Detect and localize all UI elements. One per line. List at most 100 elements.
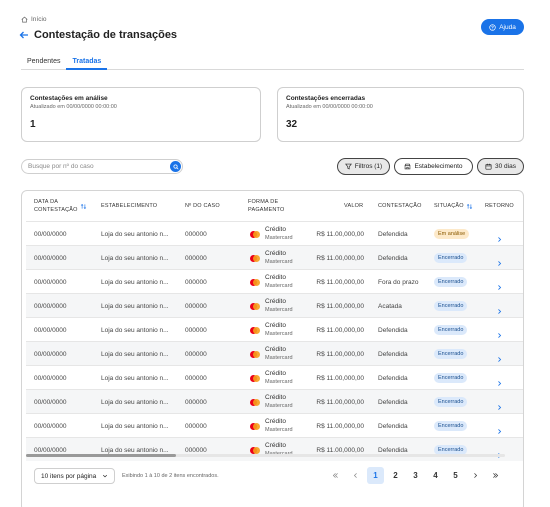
back-arrow-icon[interactable] (19, 30, 29, 40)
payment-type: Crédito (265, 274, 286, 281)
page-button-4[interactable]: 4 (427, 467, 444, 484)
mastercard-icon (250, 350, 260, 358)
page-header: Contestação de transações (19, 29, 177, 41)
items-per-page-select[interactable]: 10 itens por página (34, 468, 115, 484)
status-badge: Encerrado (434, 253, 468, 263)
col-status[interactable]: SITUAÇÃO (434, 202, 473, 210)
chevron-right-icon[interactable] (496, 230, 503, 242)
tab-tratadas[interactable]: Tratadas (66, 56, 108, 70)
cell-status: Encerrado (434, 270, 468, 294)
horizontal-scrollbar[interactable] (26, 454, 505, 457)
filters-button[interactable]: Filtros (1) (337, 158, 390, 175)
help-button-label: Ajuda (499, 23, 516, 31)
chevron-right-icon[interactable] (496, 326, 503, 338)
search-button[interactable] (170, 161, 181, 172)
breadcrumb[interactable]: Início (21, 16, 47, 23)
cell-contestation: Defendida (378, 398, 408, 406)
cell-date: 00/00/0000 (34, 254, 67, 262)
page-button-2[interactable]: 2 (387, 467, 404, 484)
payment-brand: Mastercard (265, 283, 293, 289)
scrollbar-thumb[interactable] (26, 454, 176, 457)
tab-pendentes[interactable]: Pendentes (21, 56, 66, 70)
chevron-right-icon[interactable] (496, 278, 503, 290)
payment-type: Crédito (265, 418, 286, 425)
table-row[interactable]: 00/00/0000 Loja do seu antonio n... 000000… (26, 437, 523, 462)
payment-brand: Mastercard (265, 427, 293, 433)
cell-case: 000000 (185, 230, 207, 238)
cell-contestation: Defendida (378, 422, 408, 430)
chevron-right-icon[interactable] (496, 398, 503, 410)
cell-value: R$ 11.00,000,00 (316, 350, 364, 358)
breadcrumb-home[interactable]: Início (31, 16, 47, 23)
mastercard-icon (250, 446, 260, 454)
cell-value: R$ 11.00,000,00 (316, 230, 364, 238)
cell-case: 000000 (185, 398, 207, 406)
payment-brand: Mastercard (265, 307, 293, 313)
page-button-1[interactable]: 1 (367, 467, 384, 484)
col-payment: FORMA DE PAGAMENTO (248, 199, 285, 213)
search-input[interactable]: Busque por nº do caso (21, 159, 183, 174)
status-badge: Encerrado (434, 349, 468, 359)
page-button-3[interactable]: 3 (407, 467, 424, 484)
cell-status: Encerrado (434, 294, 468, 318)
chevron-right-icon[interactable] (496, 254, 503, 266)
table-row[interactable]: 00/00/0000 Loja do seu antonio n... 000000… (26, 413, 523, 438)
first-page-button[interactable] (327, 467, 344, 484)
table-row[interactable]: 00/00/0000 Loja do seu antonio n... 000000… (26, 293, 523, 318)
filter-icon (344, 163, 352, 170)
cell-establishment: Loja do seu antonio n... (101, 374, 169, 382)
status-badge: Encerrado (434, 421, 468, 431)
cell-value: R$ 11.00,000,00 (316, 446, 364, 454)
cell-establishment: Loja do seu antonio n... (101, 302, 169, 310)
cell-contestation: Fora do prazo (378, 278, 419, 286)
establishment-filter[interactable]: Estabelecimento (394, 158, 473, 175)
chevron-right-icon[interactable] (496, 302, 503, 314)
next-page-button[interactable] (467, 467, 484, 484)
table-row[interactable]: 00/00/0000 Loja do seu antonio n... 000000… (26, 341, 523, 365)
table-row[interactable]: 00/00/0000 Loja do seu antonio n... 000000… (26, 389, 523, 413)
cell-establishment: Loja do seu antonio n... (101, 278, 169, 286)
table-row[interactable]: 00/00/0000 Loja do seu antonio n... 000000… (26, 269, 523, 294)
card-value: 1 (30, 119, 36, 130)
table-row[interactable]: 00/00/0000 Loja do seu antonio n... 000000… (26, 317, 523, 342)
filters-label: Filtros (1) (354, 163, 383, 170)
cell-payment: CréditoMastercard (250, 438, 293, 462)
table-row[interactable]: 00/00/0000 Loja do seu antonio n... 000000… (26, 365, 523, 389)
items-per-page-label: 10 itens por página (41, 472, 97, 480)
transactions-table: DATA DA CONTESTAÇÃO ESTABELECIMENTO Nº DO… (21, 190, 524, 507)
chevron-right-icon[interactable] (496, 422, 503, 434)
chevron-right-icon[interactable] (496, 374, 503, 386)
table-row[interactable]: 00/00/0000 Loja do seu antonio n... 000000… (26, 245, 523, 269)
cell-payment: CréditoMastercard (250, 318, 293, 342)
cell-case: 000000 (185, 350, 207, 358)
col-contestation: CONTESTAÇÃO (378, 203, 422, 209)
search-icon (172, 163, 179, 170)
chevron-right-icon[interactable] (496, 446, 503, 458)
pagination: 1 2 3 4 5 (327, 467, 507, 484)
cell-case: 000000 (185, 278, 207, 286)
cell-contestation: Defendida (378, 350, 408, 358)
cell-status: Encerrado (434, 414, 468, 438)
chevron-right-icon[interactable] (496, 350, 503, 362)
period-filter[interactable]: 30 dias (477, 158, 524, 175)
cell-date: 00/00/0000 (34, 446, 67, 454)
cell-contestation: Defendida (378, 446, 408, 454)
cell-contestation: Defendida (378, 326, 408, 334)
last-page-button[interactable] (487, 467, 504, 484)
cell-status: Encerrado (434, 438, 468, 462)
card-updated: Atualizado em 00/00/0000 00:00:00 (30, 104, 117, 110)
payment-brand: Mastercard (265, 259, 293, 265)
table-row[interactable]: 00/00/0000 Loja do seu antonio n... 000000… (26, 221, 523, 245)
page-button-5[interactable]: 5 (447, 467, 464, 484)
cell-contestation: Acatada (378, 302, 402, 310)
cell-payment: Crédito Mastercard (250, 270, 293, 294)
mastercard-icon (250, 302, 260, 310)
previous-page-button[interactable] (347, 467, 364, 484)
sort-icon[interactable] (80, 203, 87, 210)
cell-establishment: Loja do seu antonio n... (101, 254, 169, 262)
col-date[interactable]: DATA DA CONTESTAÇÃO (34, 198, 87, 214)
card-title: Contestações encerradas (286, 95, 366, 102)
help-button[interactable]: Ajuda (481, 19, 524, 35)
home-icon (21, 16, 28, 23)
sort-icon[interactable] (466, 203, 473, 210)
